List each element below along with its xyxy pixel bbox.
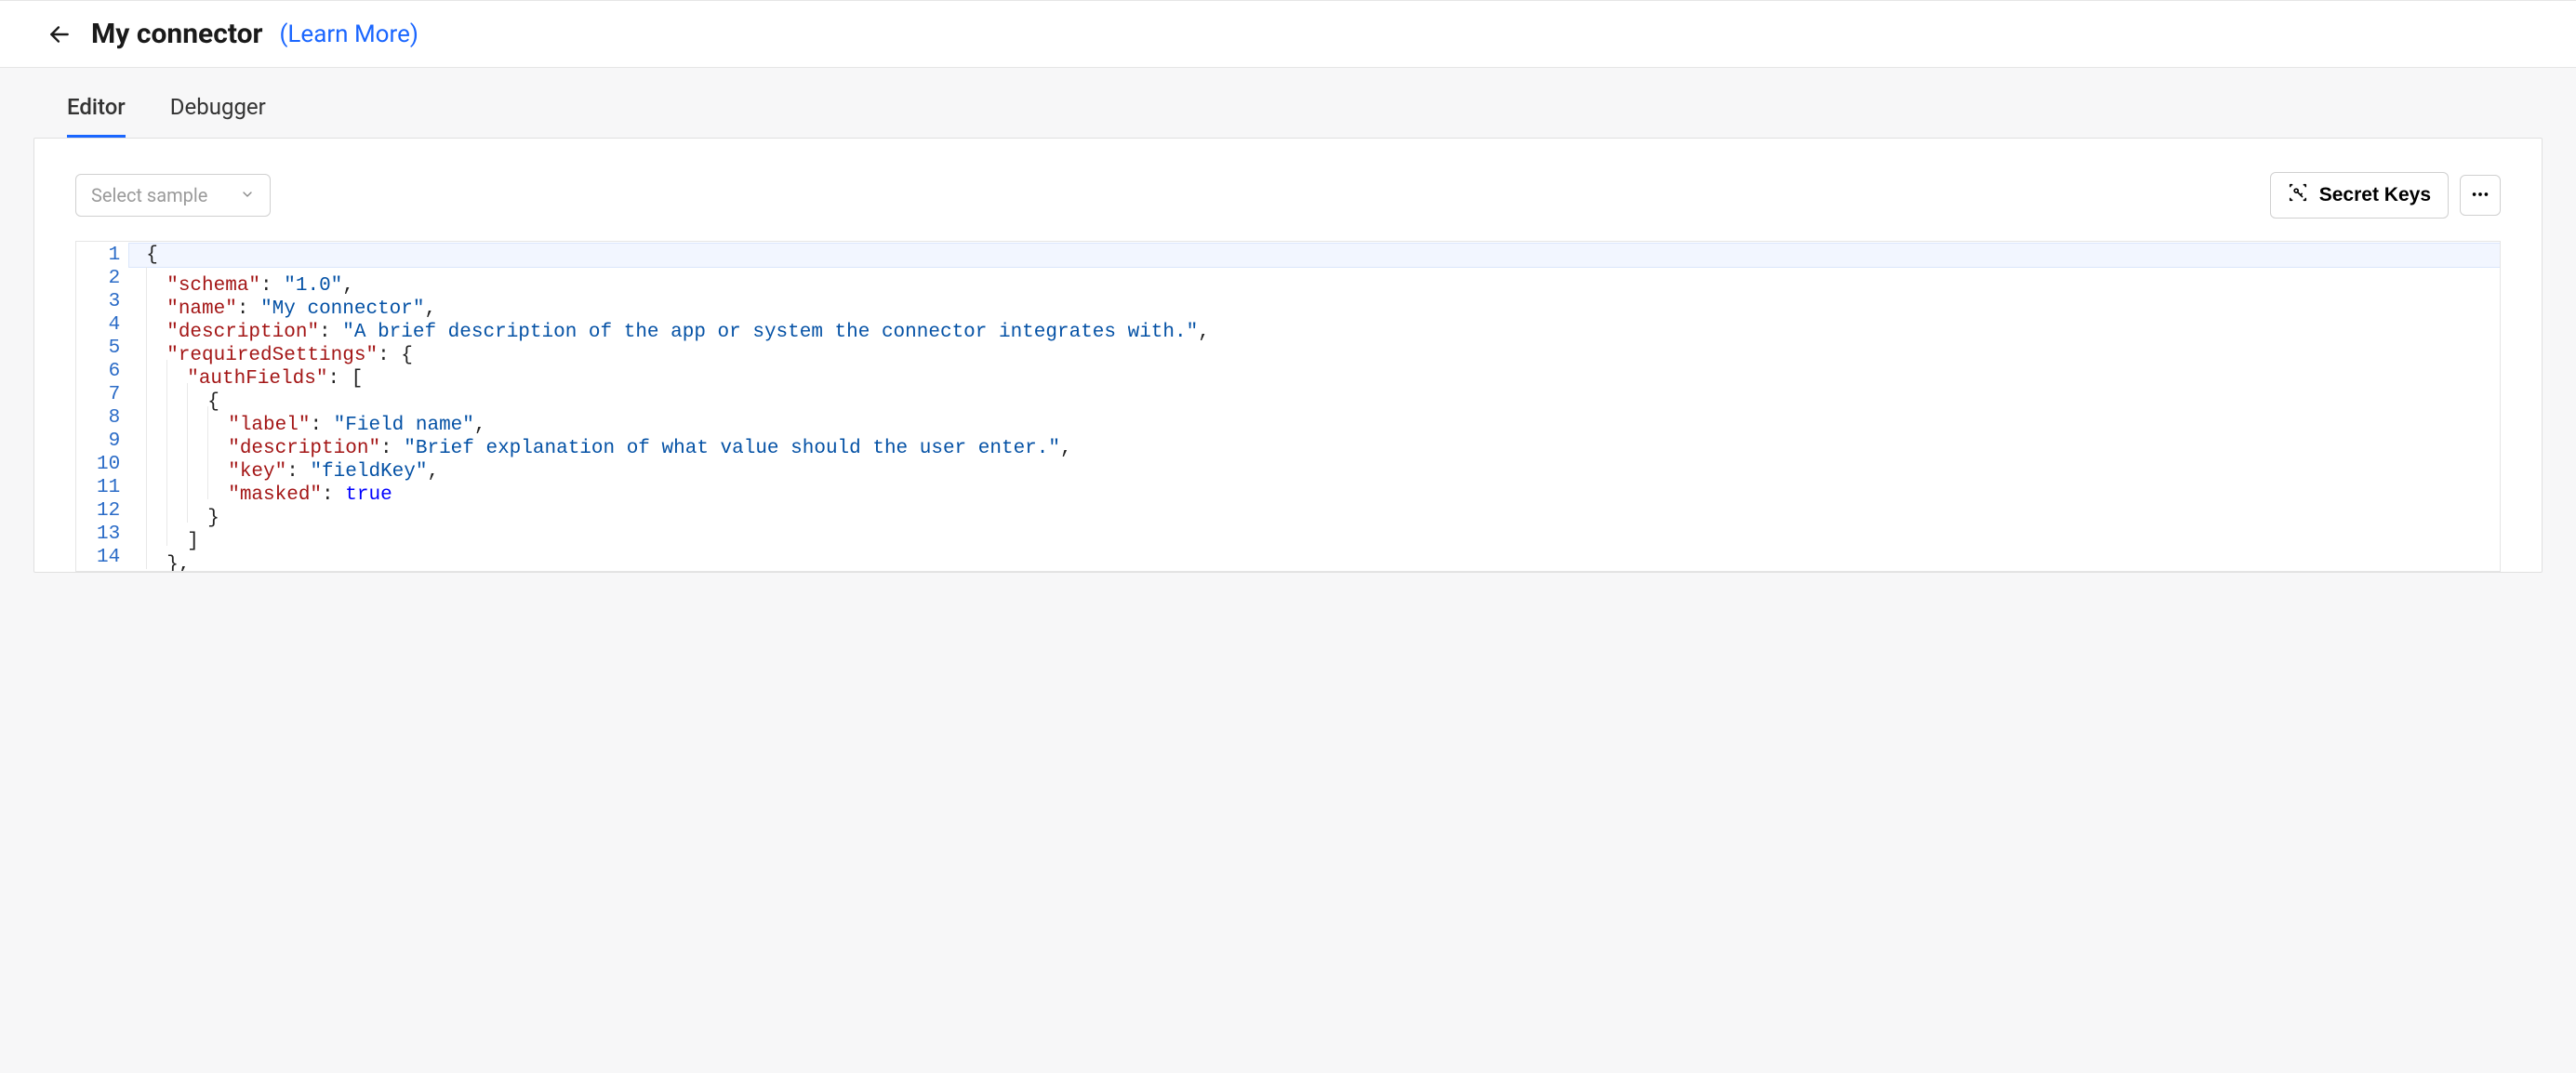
indent-guide: [166, 406, 187, 430]
editor-panel: Select sample: [33, 138, 2543, 573]
line-number: 4: [97, 313, 120, 337]
code-line[interactable]: ]: [129, 523, 2500, 546]
indent-guide: [187, 499, 207, 523]
indent-guide: [166, 499, 187, 523]
code-line[interactable]: },: [129, 546, 2500, 569]
indent-guide: [207, 476, 228, 499]
code-token-brace: {: [146, 245, 158, 266]
indent-guide: [146, 290, 166, 313]
select-sample-dropdown[interactable]: Select sample: [75, 174, 271, 217]
header-bar: My connector (Learn More): [0, 0, 2576, 68]
line-number: 11: [97, 476, 120, 499]
indent-guide: [166, 523, 187, 546]
line-number: 9: [97, 430, 120, 453]
indent-guide: [187, 406, 207, 430]
line-number: 3: [97, 290, 120, 313]
code-content[interactable]: {"schema": "1.0","name": "My connector",…: [129, 242, 2500, 571]
indent-guide: [187, 430, 207, 453]
indent-guide: [166, 360, 187, 383]
indent-guide: [187, 383, 207, 406]
code-line[interactable]: {: [129, 383, 2500, 406]
code-line[interactable]: "masked": true: [129, 476, 2500, 499]
code-line[interactable]: "key": "fieldKey",: [129, 453, 2500, 476]
code-line[interactable]: "authFields": [: [129, 360, 2500, 383]
code-editor[interactable]: 1234567891011121314 {"schema": "1.0","na…: [75, 241, 2501, 572]
indent-guide: [166, 430, 187, 453]
code-line[interactable]: "label": "Field name",: [129, 406, 2500, 430]
line-number-gutter: 1234567891011121314: [76, 242, 129, 571]
line-number: 5: [97, 337, 120, 360]
secret-keys-label: Secret Keys: [2319, 184, 2431, 206]
indent-guide: [146, 383, 166, 406]
select-sample-placeholder: Select sample: [91, 184, 207, 206]
tabs-bar: Editor Debugger: [33, 68, 2543, 138]
tab-editor[interactable]: Editor: [67, 94, 126, 138]
line-number: 1: [97, 244, 120, 267]
tab-debugger[interactable]: Debugger: [170, 94, 266, 138]
indent-guide: [207, 430, 228, 453]
learn-more-link[interactable]: (Learn More): [280, 20, 418, 48]
indent-guide: [166, 476, 187, 499]
line-number: 2: [97, 267, 120, 290]
arrow-left-icon: [47, 22, 72, 46]
indent-guide: [146, 313, 166, 337]
code-line[interactable]: {: [129, 244, 2500, 267]
chevron-down-icon: [240, 184, 255, 206]
indent-guide: [146, 406, 166, 430]
line-number: 12: [97, 499, 120, 523]
more-button[interactable]: [2460, 175, 2501, 216]
line-number: 6: [97, 360, 120, 383]
code-line[interactable]: "name": "My connector",: [129, 290, 2500, 313]
code-line[interactable]: "description": "A brief description of t…: [129, 313, 2500, 337]
more-horizontal-icon: [2470, 184, 2490, 207]
indent-guide: [146, 499, 166, 523]
indent-guide: [146, 523, 166, 546]
indent-guide: [187, 476, 207, 499]
line-number: 7: [97, 383, 120, 406]
code-token-punc: ,: [179, 554, 191, 572]
back-button[interactable]: [45, 20, 74, 49]
secret-keys-icon: [2288, 182, 2308, 208]
indent-guide: [146, 430, 166, 453]
indent-guide: [146, 267, 166, 290]
code-line[interactable]: }: [129, 499, 2500, 523]
indent-guide: [166, 383, 187, 406]
line-number: 13: [97, 523, 120, 546]
indent-guide: [146, 360, 166, 383]
line-number: 10: [97, 453, 120, 476]
indent-guide: [146, 453, 166, 476]
indent-guide: [146, 476, 166, 499]
indent-guide: [187, 453, 207, 476]
indent-guide: [207, 453, 228, 476]
code-line[interactable]: "requiredSettings": {: [129, 337, 2500, 360]
secret-keys-button[interactable]: Secret Keys: [2270, 172, 2449, 219]
line-number: 14: [97, 546, 120, 569]
line-number: 8: [97, 406, 120, 430]
code-token-brace: }: [166, 554, 179, 572]
code-line[interactable]: "description": "Brief explanation of wha…: [129, 430, 2500, 453]
indent-guide: [207, 406, 228, 430]
editor-toolbar: Select sample: [75, 172, 2501, 219]
indent-guide: [146, 546, 166, 569]
indent-guide: [166, 453, 187, 476]
indent-guide: [146, 337, 166, 360]
code-line[interactable]: "schema": "1.0",: [129, 267, 2500, 290]
page-title: My connector: [91, 18, 263, 50]
